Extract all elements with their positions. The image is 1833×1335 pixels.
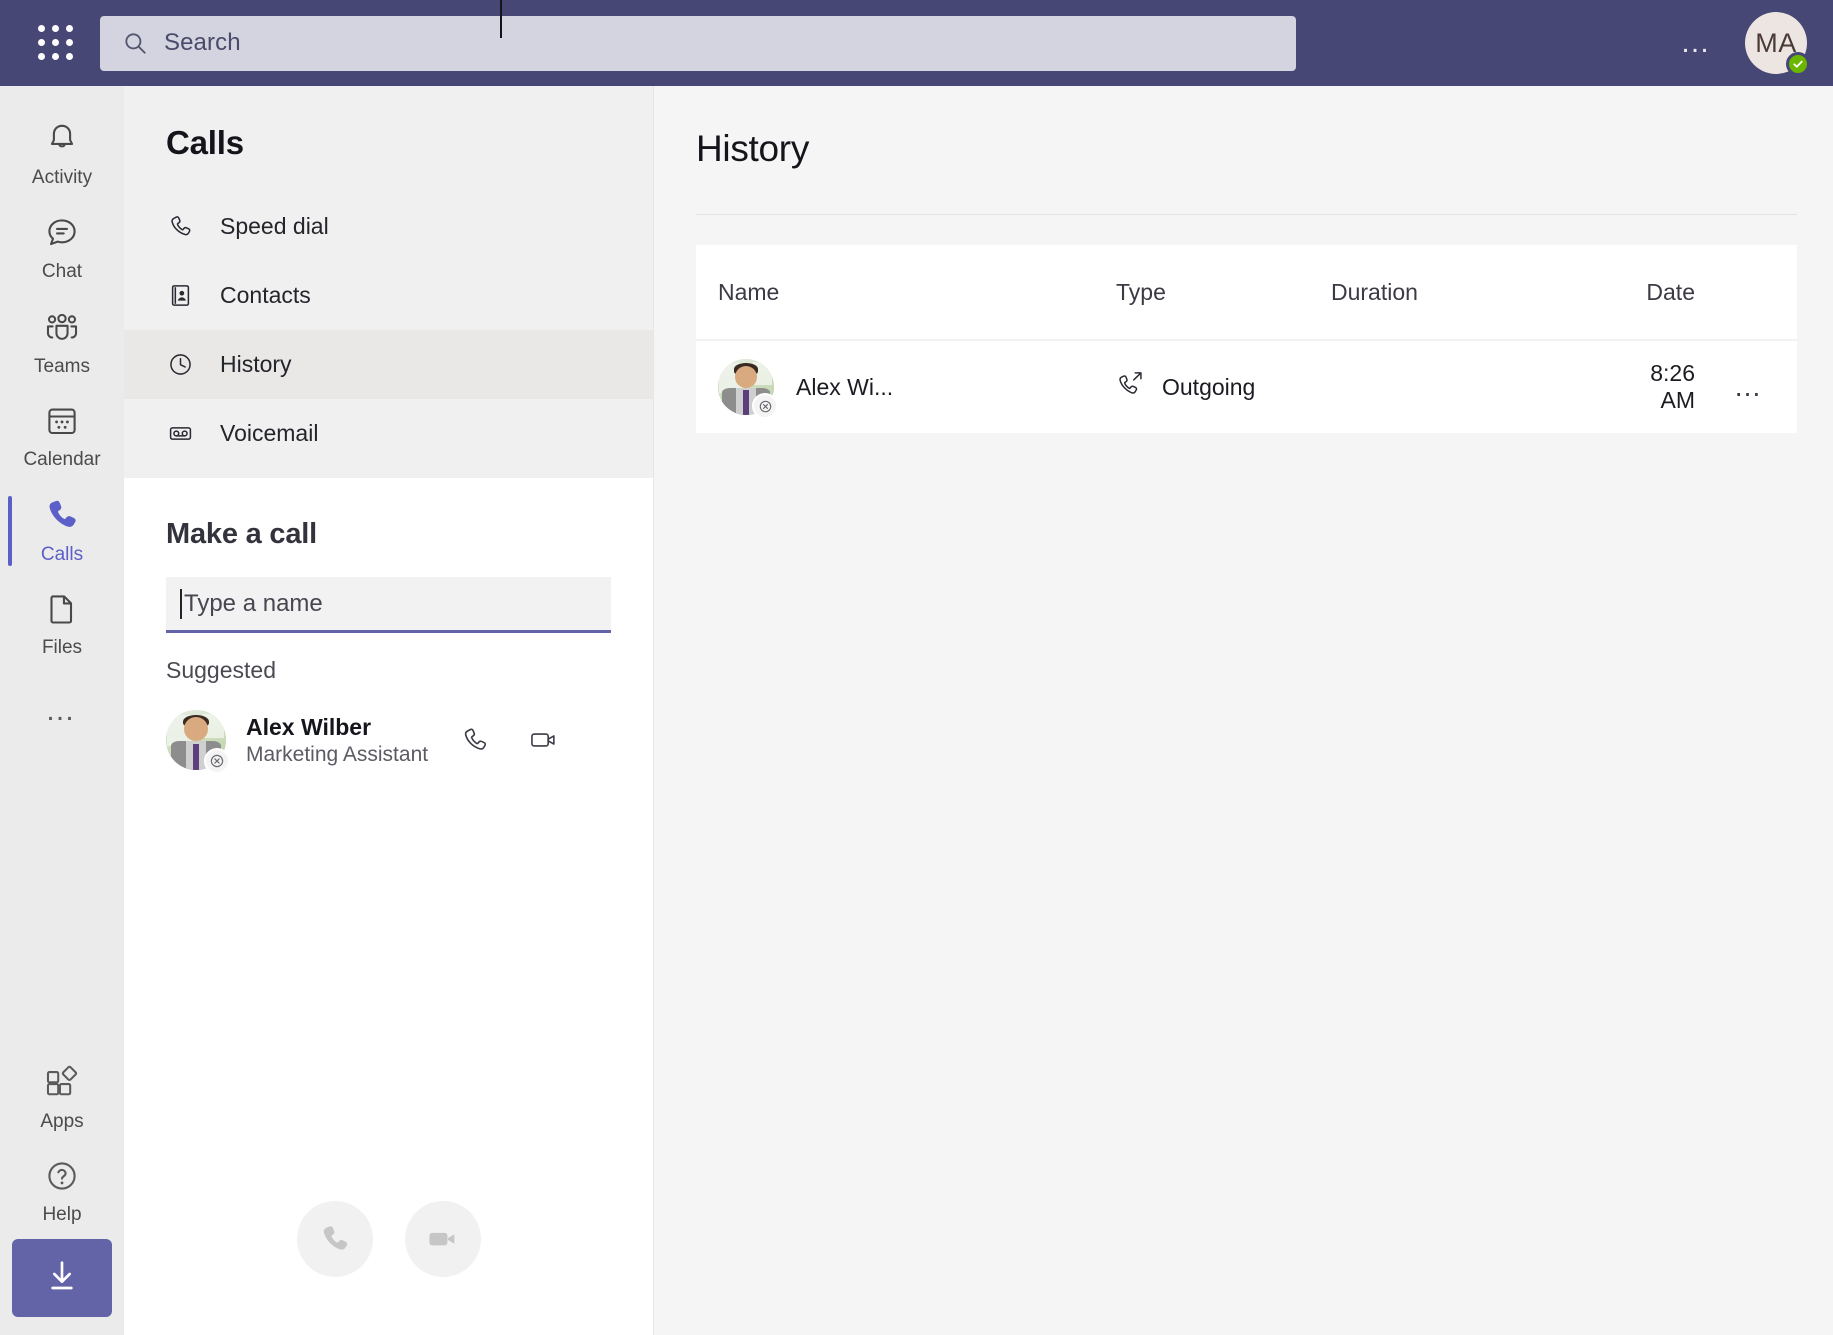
audio-call-button[interactable] — [460, 725, 490, 755]
contact-details: Alex Wilber Marketing Assistant — [246, 714, 446, 767]
page-title: Calls — [124, 86, 653, 192]
bell-icon — [44, 121, 80, 162]
cell-date: 8:26 AM — [1631, 360, 1701, 414]
sidebar-item-label: Activity — [32, 167, 92, 189]
list-item[interactable]: Alex Wilber Marketing Assistant — [166, 710, 611, 770]
row-type-label: Outgoing — [1162, 374, 1255, 401]
download-arrow-icon — [42, 1256, 82, 1301]
search-icon — [122, 30, 148, 56]
contact-name: Alex Wilber — [246, 714, 446, 741]
sidebar-item-label: Help — [42, 1204, 81, 1226]
name-input-placeholder: Type a name — [184, 590, 323, 618]
search-placeholder: Search — [164, 29, 241, 57]
avatar — [718, 359, 774, 415]
name-search-input[interactable]: Type a name — [166, 577, 611, 633]
status-badge — [204, 748, 230, 774]
sidebar-item-voicemail[interactable]: Voicemail — [124, 399, 653, 468]
contact-role: Marketing Assistant — [246, 743, 446, 767]
sidebar-item-calendar[interactable]: Calendar — [0, 390, 124, 484]
help-circle-icon — [44, 1158, 80, 1199]
table-header-row: Name Type Duration Date — [696, 245, 1797, 341]
calls-panel: Calls Speed dial — [124, 86, 654, 1335]
row-more-options-button[interactable]: … — [1701, 371, 1797, 403]
app-rail: Activity Chat — [0, 86, 124, 1335]
sidebar-item-history[interactable]: History — [124, 330, 653, 399]
voicemail-tape-icon — [166, 420, 194, 447]
sidebar-item-speed-dial[interactable]: Speed dial — [124, 192, 653, 261]
avatar[interactable]: MA — [1745, 12, 1807, 74]
outgoing-call-icon — [1116, 369, 1146, 405]
start-video-call-button[interactable] — [405, 1201, 481, 1277]
make-a-call-title: Make a call — [166, 518, 611, 551]
avatar — [166, 710, 226, 770]
sidebar-item-help[interactable]: Help — [0, 1145, 124, 1239]
chat-bubble-icon — [44, 215, 80, 256]
make-a-call-section: Make a call Type a name Suggested — [124, 478, 653, 1335]
column-header-type: Type — [1116, 279, 1331, 306]
text-caret-artifact — [500, 0, 502, 38]
sidebar-item-label: Apps — [40, 1111, 83, 1133]
sidebar-item-label: Files — [42, 637, 82, 659]
sidebar-item-contacts[interactable]: Contacts — [124, 261, 653, 330]
sidebar-item-files[interactable]: Files — [0, 578, 124, 672]
video-call-button[interactable] — [528, 724, 560, 756]
app-body: Activity Chat — [0, 86, 1833, 1335]
people-icon — [43, 308, 81, 351]
apps-grid-icon — [43, 1063, 81, 1106]
contact-card-icon — [166, 282, 194, 309]
phone-icon — [43, 496, 81, 539]
sidebar-item-label: Voicemail — [220, 420, 318, 447]
calendar-icon — [44, 403, 80, 444]
header-right-cluster: … MA — [1680, 12, 1833, 74]
sidebar-more-apps-button[interactable]: … — [0, 672, 124, 750]
sidebar-item-label: Chat — [42, 261, 82, 283]
input-caret — [180, 589, 182, 619]
download-app-button[interactable] — [12, 1239, 112, 1317]
divider — [696, 214, 1797, 215]
sidebar-item-label: Calls — [41, 544, 83, 566]
waffle-grid-icon[interactable] — [30, 17, 82, 69]
sidebar-item-label: History — [220, 351, 292, 378]
call-history-table: Name Type Duration Date — [696, 245, 1797, 433]
cell-type: Outgoing — [1116, 369, 1331, 405]
search-input[interactable]: Search — [100, 16, 1296, 71]
row-name-label: Alex Wi... — [796, 374, 893, 401]
table-row[interactable]: Alex Wi... Outgoing 8:26 — [696, 341, 1797, 433]
header-more-options-button[interactable]: … — [1680, 28, 1713, 58]
sidebar-item-label: Teams — [34, 356, 90, 378]
contact-actions — [460, 724, 560, 756]
sidebar-item-calls[interactable]: Calls — [0, 484, 124, 578]
column-header-duration: Duration — [1331, 279, 1631, 306]
clock-icon — [166, 351, 194, 378]
calls-nav-section: Calls Speed dial — [124, 86, 653, 478]
status-badge — [752, 393, 778, 419]
sidebar-item-teams[interactable]: Teams — [0, 296, 124, 390]
history-content: History Name Type Duration Date — [654, 86, 1833, 1335]
call-action-buttons — [166, 1201, 611, 1335]
sidebar-item-chat[interactable]: Chat — [0, 202, 124, 296]
sidebar-item-label: Speed dial — [220, 213, 329, 240]
suggested-label: Suggested — [166, 657, 611, 684]
start-audio-call-button[interactable] — [297, 1201, 373, 1277]
phone-outline-icon — [166, 213, 194, 240]
teams-app-window: Search … MA — [0, 0, 1833, 1335]
cell-name: Alex Wi... — [696, 359, 1116, 415]
sidebar-item-label: Calendar — [23, 449, 100, 471]
file-icon — [44, 591, 80, 632]
sidebar-item-label: Contacts — [220, 282, 311, 309]
sidebar-item-apps[interactable]: Apps — [0, 1051, 124, 1145]
sidebar-item-activity[interactable]: Activity — [0, 108, 124, 202]
top-header-bar: Search … MA — [0, 0, 1833, 86]
status-badge — [1786, 52, 1810, 76]
page-title: History — [654, 86, 1833, 170]
column-header-date: Date — [1631, 279, 1701, 306]
column-header-name: Name — [696, 279, 1116, 306]
